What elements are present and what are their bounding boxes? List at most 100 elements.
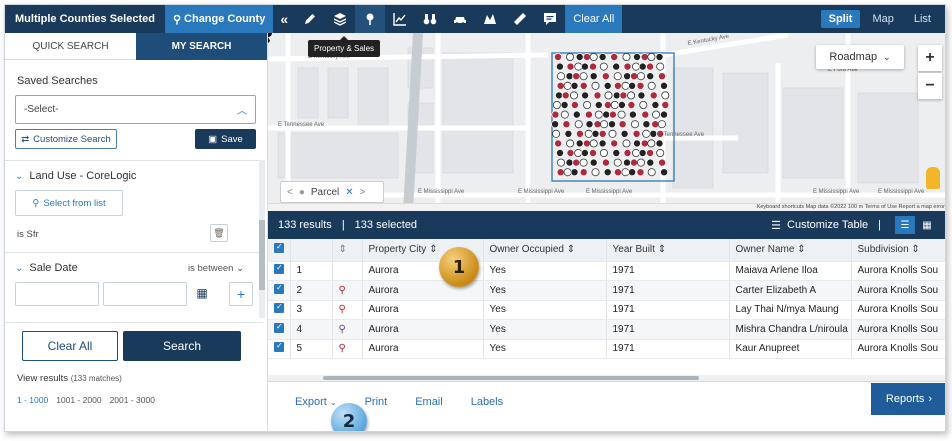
map-pin[interactable] bbox=[591, 81, 600, 90]
map-pin[interactable] bbox=[594, 110, 603, 119]
map-pin[interactable] bbox=[628, 110, 637, 119]
map-pin[interactable] bbox=[627, 101, 636, 110]
saved-search-select[interactable]: -Select- ︿ bbox=[15, 95, 256, 124]
collapse-panel-button[interactable]: « bbox=[273, 11, 295, 27]
map-pin[interactable] bbox=[601, 158, 610, 167]
map-pin[interactable] bbox=[641, 110, 650, 119]
map-pin[interactable] bbox=[574, 120, 583, 129]
map-pin[interactable] bbox=[659, 81, 668, 90]
map-pin[interactable] bbox=[636, 72, 645, 81]
map-pin[interactable] bbox=[622, 52, 631, 61]
select-from-list-button[interactable]: ⚲ Select from list bbox=[15, 190, 123, 216]
map-pin[interactable] bbox=[638, 62, 647, 71]
map-pin[interactable] bbox=[579, 158, 588, 167]
map-pin[interactable] bbox=[651, 120, 660, 129]
map-pin[interactable] bbox=[647, 168, 656, 177]
map-pin[interactable] bbox=[598, 129, 607, 138]
map-pin[interactable] bbox=[570, 81, 579, 90]
map-pin[interactable] bbox=[656, 62, 665, 71]
map-pin[interactable] bbox=[661, 101, 670, 110]
map-pin[interactable] bbox=[566, 139, 575, 148]
map-pin[interactable] bbox=[594, 101, 603, 110]
map-pin[interactable] bbox=[579, 81, 588, 90]
customize-search-button[interactable]: ⇄ Customize Search bbox=[15, 129, 117, 149]
change-county-button[interactable]: ⚲ Change County bbox=[164, 5, 274, 33]
map-pin[interactable] bbox=[638, 149, 647, 158]
map-pin[interactable] bbox=[632, 52, 641, 61]
map-pin[interactable] bbox=[551, 120, 560, 129]
add-date-range-button[interactable]: + bbox=[229, 282, 253, 306]
clear-all-button[interactable]: Clear All bbox=[22, 331, 118, 361]
map-pin[interactable] bbox=[582, 139, 591, 148]
column-header-subdivision[interactable]: Subdivision ⇕ bbox=[851, 239, 945, 262]
map-pin[interactable] bbox=[612, 149, 621, 158]
map-pin[interactable] bbox=[599, 62, 608, 71]
map-pin[interactable] bbox=[560, 101, 569, 110]
binoculars-tool-button[interactable] bbox=[415, 5, 445, 33]
street-view-pegman-icon[interactable] bbox=[926, 167, 940, 189]
sale-date-operator-select[interactable]: is between ⌄ bbox=[188, 263, 244, 274]
column-header-year-built[interactable]: Year Built ⇕ bbox=[606, 239, 730, 262]
map-pin[interactable] bbox=[565, 72, 574, 81]
chevron-right-icon[interactable]: > bbox=[360, 187, 366, 198]
map-pin[interactable] bbox=[655, 52, 664, 61]
sale-date-from-input[interactable] bbox=[15, 282, 99, 306]
pin-column-header[interactable]: ⇕ bbox=[332, 239, 363, 262]
calendar-icon[interactable]: ▦ bbox=[193, 284, 211, 302]
map-pin[interactable] bbox=[659, 110, 668, 119]
map-pin[interactable] bbox=[603, 101, 612, 110]
map-pin[interactable] bbox=[581, 91, 590, 100]
chart-tool-button[interactable] bbox=[385, 5, 415, 33]
layers-tool-button[interactable] bbox=[325, 5, 355, 33]
map-pin[interactable] bbox=[657, 120, 666, 129]
map-pin[interactable] bbox=[591, 129, 600, 138]
email-link[interactable]: Email bbox=[415, 396, 443, 408]
page-link[interactable]: 1 - 1000 bbox=[17, 395, 48, 405]
map-pin-icon[interactable]: ⚲ bbox=[339, 324, 346, 335]
search-button[interactable]: Search bbox=[123, 331, 241, 361]
map-pin[interactable] bbox=[639, 101, 648, 110]
row-pin[interactable] bbox=[332, 261, 363, 281]
map-pin[interactable] bbox=[608, 110, 617, 119]
map-pin[interactable] bbox=[613, 81, 622, 90]
map-pin[interactable] bbox=[593, 120, 602, 129]
map-pin[interactable] bbox=[636, 158, 645, 167]
map-pin[interactable] bbox=[566, 149, 575, 158]
map-pin[interactable] bbox=[562, 120, 571, 129]
map-pin[interactable] bbox=[623, 72, 632, 81]
map-pin[interactable] bbox=[622, 158, 631, 167]
map-pin[interactable] bbox=[646, 149, 655, 158]
page-link[interactable]: 1001 - 2000 bbox=[56, 395, 101, 405]
map-pin[interactable] bbox=[642, 120, 651, 129]
map-pin[interactable] bbox=[610, 101, 619, 110]
map-pin[interactable] bbox=[658, 158, 667, 167]
map-pin[interactable] bbox=[619, 91, 628, 100]
map-pin[interactable] bbox=[554, 139, 563, 148]
chevron-left-icon[interactable]: < bbox=[287, 187, 293, 198]
map-pin[interactable] bbox=[603, 81, 612, 90]
map-pin[interactable] bbox=[608, 129, 617, 138]
map-pin[interactable] bbox=[604, 91, 613, 100]
column-header-owner-occupied[interactable]: Owner Occupied ⇕ bbox=[483, 239, 607, 262]
map-pin[interactable] bbox=[575, 52, 584, 61]
map-pin[interactable] bbox=[610, 52, 619, 61]
map-pin[interactable] bbox=[588, 62, 597, 71]
zoom-in-button[interactable]: + bbox=[918, 45, 942, 71]
row-checkbox[interactable] bbox=[268, 339, 291, 359]
map-pin[interactable] bbox=[583, 101, 592, 110]
close-icon[interactable]: ✕ bbox=[345, 187, 353, 198]
row-pin[interactable]: ⚲ bbox=[332, 280, 363, 301]
map-pin[interactable] bbox=[572, 72, 581, 81]
map-pin[interactable] bbox=[651, 101, 660, 110]
map-pin[interactable] bbox=[600, 120, 609, 129]
map-pin[interactable] bbox=[621, 81, 630, 90]
map-pin[interactable] bbox=[565, 52, 574, 61]
land-use-section-header[interactable]: ⌄ Land Use - CoreLogic bbox=[15, 170, 136, 182]
map-pin[interactable] bbox=[647, 52, 656, 61]
comment-tool-button[interactable] bbox=[535, 5, 565, 33]
view-map-button[interactable]: Map bbox=[864, 10, 901, 28]
table-row[interactable]: 5 ⚲ AuroraYes1971Kaur AnupreetAurora Knoll… bbox=[268, 339, 945, 359]
map-pin[interactable] bbox=[631, 149, 640, 158]
map-pin[interactable] bbox=[642, 129, 651, 138]
map-pin[interactable] bbox=[589, 52, 598, 61]
